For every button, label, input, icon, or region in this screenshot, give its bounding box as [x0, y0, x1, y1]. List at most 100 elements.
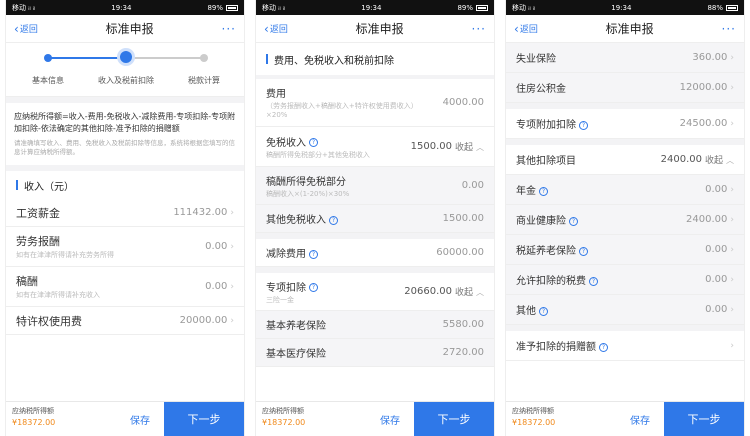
collapse-toggle[interactable]: 收起 ︿ [455, 140, 484, 153]
next-button[interactable]: 下一步 [164, 402, 244, 436]
progress-stepper: 基本信息 收入及税前扣除 税款计算 [6, 43, 244, 97]
nav-bar: ‹ 返回 标准申报 ··· [506, 15, 744, 43]
chevron-left-icon: ‹ [514, 21, 519, 36]
exempt-income-row[interactable]: 免税收入? 稿酬所得免税部分+其他免税收入 1500.00 收起 ︿ [256, 127, 494, 167]
help-icon[interactable]: ? [579, 246, 588, 256]
help-icon[interactable]: ? [599, 342, 608, 352]
section-header-deductions: 费用、免税收入和税前扣除 [256, 43, 494, 75]
next-button[interactable]: 下一步 [414, 402, 494, 436]
chevron-right-icon: › [730, 118, 734, 129]
other-item-row[interactable]: 其他? 0.00 › [506, 295, 744, 325]
formula-note: 应纳税所得额=收入-费用-免税收入-减除费用-专项扣除-专项附加扣除-依法确定的… [14, 112, 236, 133]
income-row-royalty[interactable]: 稿酬 如有在津津所得请补充收入 0.00 › [6, 267, 244, 307]
unemployment-row: 失业保险 360.00 › [506, 43, 744, 73]
income-row-franchise[interactable]: 特许权使用费 20000.00 › [6, 307, 244, 335]
help-icon[interactable]: ? [309, 249, 318, 259]
carrier-signal: 移动 ᵢₗ ᵢₗ [12, 3, 36, 12]
section-header-income: 收入（元） [6, 171, 244, 199]
annuity-row[interactable]: 年金? 0.00 › [506, 175, 744, 205]
special-deduction-row[interactable]: 专项扣除? 三险一金 20660.00 收起 ︿ [256, 273, 494, 311]
pension-row: 基本养老保险 5580.00 [256, 311, 494, 339]
page-title: 标准申报 [605, 22, 654, 36]
chevron-right-icon: › [730, 214, 734, 225]
more-menu-button[interactable]: ··· [722, 22, 736, 36]
chevron-right-icon: › [730, 82, 734, 93]
taxable-income-amount: ¥18372.00 [262, 418, 306, 427]
step-dot-current [120, 51, 132, 63]
step-label-basic: 基本信息 [32, 76, 64, 85]
footer-bar: 应纳税所得额 ¥18372.00 保存 下一步 [256, 401, 494, 436]
battery-indicator: 89% [457, 4, 488, 12]
income-row-labor[interactable]: 劳务报酬 如有在津津所得请补充劳务所得 0.00 › [6, 227, 244, 267]
help-icon[interactable]: ? [579, 120, 588, 130]
step-dot-done [44, 54, 52, 62]
status-bar: 移动 ᵢₗ ᵢₗ 19:34 88% [506, 0, 744, 15]
additional-deduction-row[interactable]: 专项附加扣除? 24500.00 › [506, 109, 744, 139]
clock: 19:34 [111, 3, 132, 12]
chevron-up-icon: ︿ [726, 156, 734, 165]
chevron-right-icon: › [730, 304, 734, 315]
status-bar: 移动 ᵢₗ ᵢₗ 19:34 89% [256, 0, 494, 15]
footer-bar: 应纳税所得额 ¥18372.00 保存 下一步 [6, 401, 244, 436]
help-icon[interactable]: ? [309, 138, 318, 147]
screen-deductions: 移动 ᵢₗ ᵢₗ 19:34 89% ‹ 返回 标准申报 ··· 费用、免税收入和… [255, 0, 495, 436]
help-icon[interactable]: ? [309, 283, 318, 292]
screen-other-deductions: 移动 ᵢₗ ᵢₗ 19:34 88% ‹ 返回 标准申报 ··· 失业保险 360… [505, 0, 745, 436]
back-button[interactable]: ‹ 返回 [514, 21, 538, 36]
deduction-row: 减除费用? 60000.00 [256, 239, 494, 267]
page-title: 标准申报 [105, 22, 154, 36]
back-button[interactable]: ‹ 返回 [264, 21, 288, 36]
footer-bar: 应纳税所得额 ¥18372.00 保存 下一步 [506, 401, 744, 436]
health-insurance-row[interactable]: 商业健康险? 2400.00 › [506, 205, 744, 235]
screen-basic-income: 移动 ᵢₗ ᵢₗ 19:34 89% ‹ 返回 标准申报 ··· 基本信息 收入及… [5, 0, 245, 436]
save-button[interactable]: 保存 [116, 402, 164, 436]
status-bar: 移动 ᵢₗ ᵢₗ 19:34 89% [6, 0, 244, 15]
other-exempt-row[interactable]: 其他免税收入? 1500.00 [256, 205, 494, 233]
taxable-income-amount: ¥18372.00 [12, 418, 56, 427]
chevron-left-icon: ‹ [14, 21, 19, 36]
step-label-tax: 税款计算 [188, 76, 220, 85]
deductible-taxes-row[interactable]: 允许扣除的税费? 0.00 › [506, 265, 744, 295]
page-title: 标准申报 [355, 22, 404, 36]
battery-icon [226, 4, 238, 11]
more-menu-button[interactable]: ··· [222, 22, 236, 36]
chevron-up-icon: ︿ [476, 288, 484, 297]
help-icon[interactable]: ? [589, 276, 598, 286]
chevron-left-icon: ‹ [264, 21, 269, 36]
clock: 19:34 [611, 3, 632, 12]
carrier-signal: 移动 ᵢₗ ᵢₗ [262, 3, 286, 12]
nav-bar: ‹ 返回 标准申报 ··· [256, 15, 494, 43]
donation-row[interactable]: 准予扣除的捐赠额? › [506, 331, 744, 361]
chevron-right-icon: › [730, 274, 734, 285]
step-line-pending [126, 57, 204, 59]
deferred-pension-row[interactable]: 税延养老保险? 0.00 › [506, 235, 744, 265]
taxable-income-summary: 应纳税所得额 ¥18372.00 [6, 402, 116, 436]
taxable-income-summary: 应纳税所得额 ¥18372.00 [256, 402, 366, 436]
chevron-right-icon: › [230, 315, 234, 326]
chevron-right-icon: › [230, 241, 234, 252]
chevron-right-icon: › [730, 184, 734, 195]
collapse-toggle[interactable]: 收起 ︿ [455, 285, 484, 298]
save-button[interactable]: 保存 [366, 402, 414, 436]
help-icon[interactable]: ? [539, 306, 548, 316]
more-menu-button[interactable]: ··· [472, 22, 486, 36]
chevron-right-icon: › [730, 52, 734, 63]
formula-hint: 请准确填写收入、费用、免税收入及税前扣除等信息，系统将根据您填写的信息计算应纳税… [14, 139, 235, 156]
carrier-signal: 移动 ᵢₗ ᵢₗ [512, 3, 536, 12]
help-icon[interactable]: ? [569, 216, 578, 226]
income-row-salary[interactable]: 工资薪金 111432.00 › [6, 199, 244, 227]
battery-indicator: 89% [207, 4, 238, 12]
help-icon[interactable]: ? [329, 215, 338, 225]
chevron-right-icon: › [230, 207, 234, 218]
medical-row: 基本医疗保险 2720.00 [256, 339, 494, 367]
chevron-up-icon: ︿ [476, 143, 484, 152]
next-button[interactable]: 下一步 [664, 402, 744, 436]
help-icon[interactable]: ? [539, 186, 548, 196]
back-button[interactable]: ‹ 返回 [14, 21, 38, 36]
chevron-right-icon: › [730, 340, 734, 351]
nav-bar: ‹ 返回 标准申报 ··· [6, 15, 244, 43]
collapse-toggle[interactable]: 收起 ︿ [705, 153, 734, 166]
other-deductions-row[interactable]: 其他扣除项目 2400.00 收起 ︿ [506, 145, 744, 175]
save-button[interactable]: 保存 [616, 402, 664, 436]
step-label-income: 收入及税前扣除 [98, 76, 154, 85]
